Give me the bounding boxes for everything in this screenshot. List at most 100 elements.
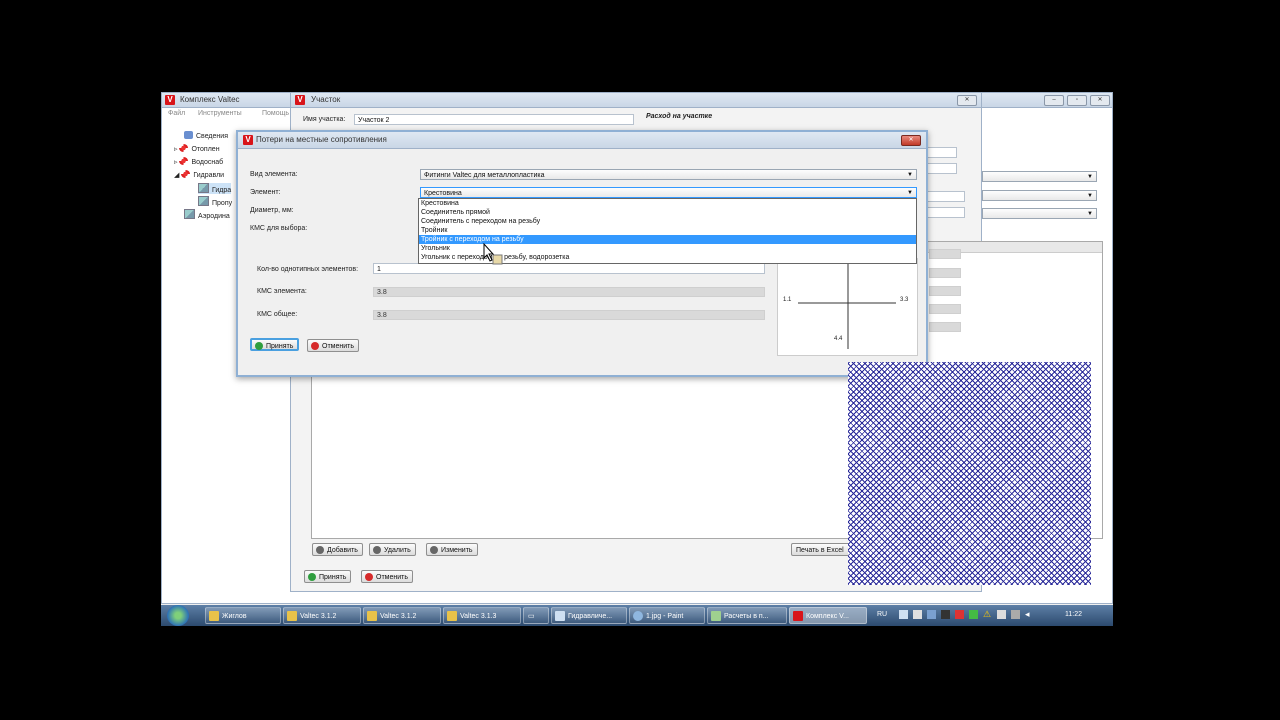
print-excel-button[interactable]: Печать в Excel [791, 543, 851, 556]
section-field-1[interactable] [927, 147, 957, 158]
tray-icon[interactable] [969, 610, 978, 619]
tray-icon[interactable] [913, 610, 922, 619]
section-window-titlebar[interactable]: V Участок ✕ [291, 93, 981, 108]
tray-icon[interactable] [927, 610, 936, 619]
section-ro-2 [929, 268, 961, 278]
language-indicator[interactable]: RU [877, 611, 887, 618]
dialog-titlebar[interactable]: V Потери на местные сопротивления ✕ [238, 132, 926, 149]
tray-icon[interactable] [1011, 610, 1020, 619]
dialog-cancel-button[interactable]: Отменить [307, 339, 359, 352]
section-name-input[interactable]: Участок 2 [354, 114, 634, 125]
tray-icon[interactable] [955, 610, 964, 619]
tree-item-label: Сведения [196, 133, 228, 140]
taskbar-label: Valtec 3.1.2 [380, 613, 417, 620]
tray-icon[interactable] [899, 610, 908, 619]
element-select[interactable]: Крестовина ▼ [420, 187, 917, 198]
tree-item-water[interactable]: ▹ Водоснаб [174, 157, 223, 166]
tree-item-label: Аэродина [198, 213, 230, 220]
image-icon [198, 196, 209, 206]
tray-icon[interactable] [997, 610, 1006, 619]
kms-element-value: 3.8 [373, 287, 765, 297]
image-icon [198, 183, 209, 193]
folder-icon [287, 611, 297, 621]
tree-item-info[interactable]: Сведения [184, 131, 228, 140]
taskbar-label: 1.jpg - Paint [646, 613, 684, 620]
section-accept-button[interactable]: Принять [304, 570, 352, 583]
folder-icon [209, 611, 219, 621]
accept-icon [255, 342, 263, 350]
maximize-button[interactable]: ▫ [1067, 95, 1087, 106]
clock[interactable]: 11:22 [1065, 611, 1082, 618]
menu-help[interactable]: Помощь [262, 110, 289, 117]
tree-item-label: Гидравли [193, 172, 225, 179]
taskbar-button-paint[interactable]: 1.jpg - Paint [629, 607, 705, 624]
close-button[interactable]: ✕ [1090, 95, 1110, 106]
element-type-select[interactable]: Фитинги Valtec для металлопластика ▼ [420, 169, 917, 180]
section-name-label: Имя участка: [303, 116, 346, 123]
fitting-diagram: 4.2 1.1 3.3 4.4 [777, 258, 918, 356]
cancel-icon [311, 342, 319, 350]
tree-item-hydraulic-calc[interactable]: Гидра [198, 183, 232, 194]
section-ro-4 [929, 304, 961, 314]
dialog-accept-button[interactable]: Принять [250, 338, 300, 351]
taskbar-button-valtec-3[interactable]: Valtec 3.1.3 [443, 607, 521, 624]
kms-total-label: КМС общее: [257, 311, 298, 318]
dropdown-option[interactable]: Соединитель прямой [419, 208, 916, 217]
tree-item-label: Пропу [212, 200, 233, 207]
taskbar-button-hydraulics[interactable]: Гидравличе... [551, 607, 627, 624]
main-select-3[interactable]: ▼ [982, 208, 1097, 219]
tree-item-heating[interactable]: ▹ Отоплен [174, 144, 220, 153]
delete-button-label: Удалить [384, 547, 411, 554]
dropdown-option[interactable]: Соединитель с переходом на резьбу [419, 217, 916, 226]
tray-icons: ⚠ ◂ [899, 610, 1039, 620]
main-select-2[interactable]: ▼ [982, 190, 1097, 201]
dialog-close-button[interactable]: ✕ [901, 135, 921, 146]
minimize-button[interactable]: – [1044, 95, 1064, 106]
taskbar-label: Valtec 3.1.2 [300, 613, 337, 620]
menu-file[interactable]: Файл [168, 110, 185, 117]
tree-item-aerodynamics[interactable]: Аэродина [184, 209, 230, 220]
taskbar-button-app[interactable]: ▭ [523, 607, 549, 624]
taskbar-button-valtec-2[interactable]: Valtec 3.1.2 [363, 607, 441, 624]
taskbar-button-folder[interactable]: Жиглов [205, 607, 281, 624]
edit-icon [430, 546, 438, 554]
valtec-logo-icon: V [165, 95, 175, 105]
element-label: Элемент: [250, 189, 281, 196]
section-field-3[interactable] [927, 191, 965, 202]
main-select-1[interactable]: ▼ [982, 171, 1097, 182]
dropdown-option[interactable]: Тройник [419, 226, 916, 235]
kms-total-value: 3.8 [373, 310, 765, 320]
dropdown-option[interactable]: Крестовина [419, 199, 916, 208]
element-type-value: Фитинги Valtec для металлопластика [424, 172, 545, 179]
section-field-4[interactable] [927, 207, 965, 218]
count-label: Кол-во однотипных элементов: [257, 266, 359, 273]
taskbar-button-calc[interactable]: Расчеты в п... [707, 607, 787, 624]
chevron-down-icon: ▼ [907, 172, 913, 178]
delete-button[interactable]: Удалить [369, 543, 416, 556]
taskbar-label: Гидравличе... [568, 613, 613, 620]
delete-icon [373, 546, 381, 554]
add-icon [316, 546, 324, 554]
section-cancel-button[interactable]: Отменить [361, 570, 413, 583]
tray-icon[interactable] [941, 610, 950, 619]
start-button[interactable] [167, 605, 189, 626]
section-field-2[interactable] [927, 163, 957, 174]
tree-item-hydraulics[interactable]: ◢ Гидравли [174, 170, 224, 179]
taskbar-button-valtec-complex[interactable]: Комплекс V... [789, 607, 867, 624]
main-window-title: Комплекс Valtec [180, 95, 240, 104]
diagram-label-right: 3.3 [900, 297, 909, 303]
tree-item-throughput[interactable]: Пропу [198, 196, 232, 207]
section-close-button[interactable]: ✕ [957, 95, 977, 106]
edit-button[interactable]: Изменить [426, 543, 478, 556]
volume-icon[interactable]: ◂ [1025, 610, 1030, 619]
menu-tools[interactable]: Инструменты [198, 110, 242, 117]
diagram-label-left: 1.1 [783, 297, 792, 303]
add-button[interactable]: Добавить [312, 543, 363, 556]
image-icon [184, 209, 195, 219]
accept-button-label: Принять [319, 574, 347, 581]
warning-icon[interactable]: ⚠ [983, 610, 991, 619]
taskbar-button-valtec-1[interactable]: Valtec 3.1.2 [283, 607, 361, 624]
count-input[interactable]: 1 [373, 263, 765, 274]
valtec-logo-icon [793, 611, 803, 621]
taskbar: Жиглов Valtec 3.1.2 Valtec 3.1.2 Valtec … [161, 605, 1113, 626]
